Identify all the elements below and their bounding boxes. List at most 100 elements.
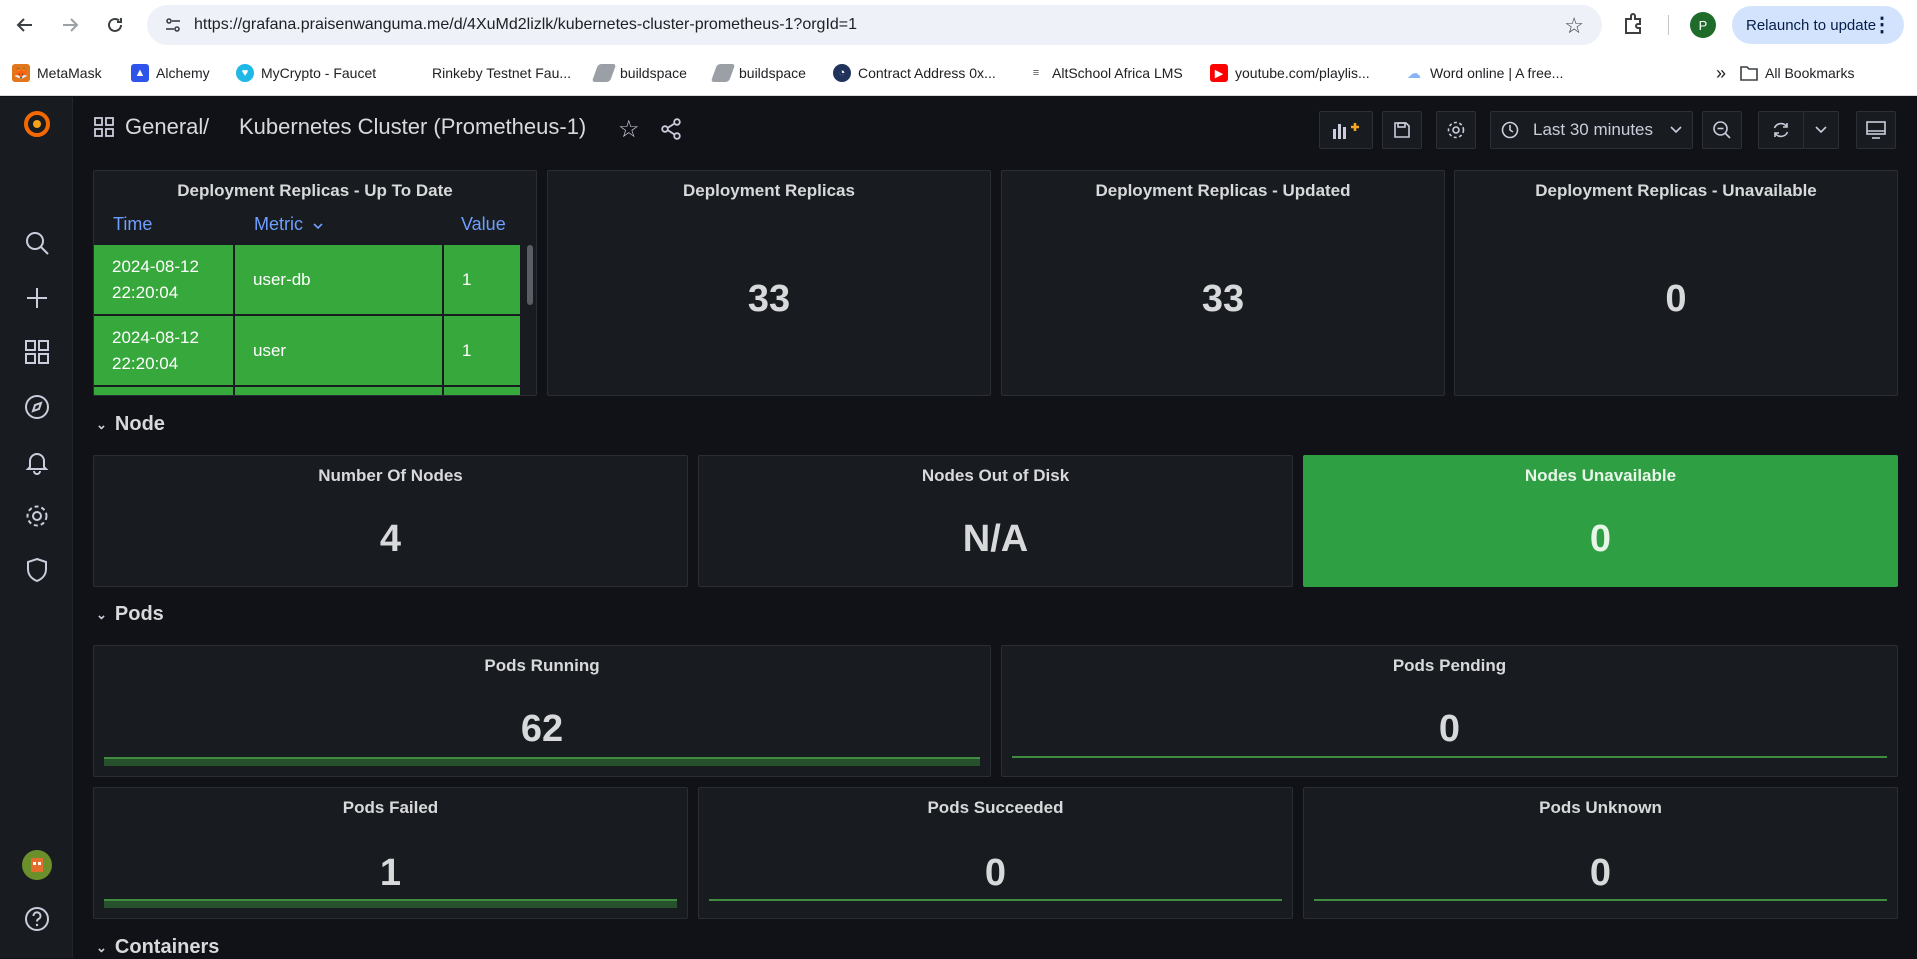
- panel-title[interactable]: Pods Running: [94, 656, 990, 676]
- alchemy-icon: ▲: [131, 64, 149, 82]
- extensions-puzzle-icon[interactable]: [1621, 11, 1649, 39]
- site-settings-icon[interactable]: [163, 15, 183, 35]
- nodes-out-of-disk-panel[interactable]: Nodes Out of Disk N/A: [698, 455, 1293, 587]
- alerting-bell-icon[interactable]: [22, 447, 52, 477]
- deployment-replicas-panel[interactable]: Deployment Replicas 33: [547, 170, 991, 396]
- bookmark-word-online[interactable]: ☁ Word online | A free...: [1405, 62, 1563, 84]
- share-icon[interactable]: [660, 118, 682, 145]
- panel-title[interactable]: Pods Succeeded: [699, 798, 1292, 818]
- user-avatar[interactable]: [22, 850, 52, 880]
- favorite-star-icon[interactable]: ☆: [618, 115, 640, 144]
- table-scrollbar[interactable]: [527, 245, 533, 305]
- bookmarks-bar: 🦊 MetaMask ▲ Alchemy ♥ MyCrypto - Faucet…: [0, 50, 1917, 96]
- number-of-nodes-panel[interactable]: Number Of Nodes 4: [93, 455, 688, 587]
- gear-icon: [1447, 121, 1465, 139]
- panel-title[interactable]: Nodes Out of Disk: [699, 466, 1292, 486]
- profile-avatar[interactable]: P: [1690, 12, 1716, 38]
- column-header-value[interactable]: Value: [461, 214, 506, 235]
- deployment-replicas-unavailable-panel[interactable]: Deployment Replicas - Unavailable 0: [1454, 170, 1898, 396]
- bookmark-contract-address[interactable]: ◔ Contract Address 0x...: [833, 62, 996, 84]
- time-range-picker[interactable]: Last 30 minutes: [1490, 111, 1693, 149]
- stat-value: 33: [747, 278, 791, 320]
- add-panel-button[interactable]: [1319, 111, 1373, 149]
- back-arrow-icon[interactable]: [10, 10, 40, 40]
- bookmark-label: youtube.com/playlis...: [1235, 65, 1370, 81]
- bookmark-buildspace[interactable]: buildspace: [591, 62, 687, 84]
- save-dashboard-button[interactable]: [1382, 111, 1422, 149]
- bookmark-youtube[interactable]: ▶ youtube.com/playlis...: [1210, 62, 1370, 84]
- reload-icon[interactable]: [100, 10, 130, 40]
- relaunch-button[interactable]: Relaunch to update ⋮: [1732, 6, 1904, 44]
- dashboard-settings-button[interactable]: [1436, 111, 1476, 149]
- bookmark-alchemy[interactable]: ▲ Alchemy: [131, 62, 210, 84]
- table-cell-value: 1: [444, 245, 522, 314]
- pods-pending-panel[interactable]: Pods Pending 0: [1001, 645, 1898, 777]
- pods-unknown-panel[interactable]: Pods Unknown 0: [1303, 787, 1898, 919]
- zoom-out-button[interactable]: [1702, 111, 1742, 149]
- stat-value: 0: [1438, 708, 1461, 750]
- refresh-interval-dropdown[interactable]: [1803, 111, 1839, 149]
- dashboard-title[interactable]: Kubernetes Cluster (Prometheus-1): [239, 114, 586, 140]
- bookmark-star-icon[interactable]: ☆: [1564, 13, 1584, 39]
- row-header-node[interactable]: ⌄ Node: [96, 413, 165, 436]
- explore-compass-icon[interactable]: [22, 392, 52, 422]
- chevron-down-icon: [1815, 126, 1827, 134]
- stat-value: N/A: [962, 518, 1029, 560]
- bookmark-rinkeby[interactable]: Rinkeby Testnet Fau...: [407, 62, 571, 84]
- server-admin-shield-icon[interactable]: [22, 555, 52, 585]
- pods-running-panel[interactable]: Pods Running 62: [93, 645, 991, 777]
- nodes-unavailable-panel[interactable]: Nodes Unavailable 0: [1303, 455, 1898, 587]
- configuration-gear-icon[interactable]: [22, 501, 52, 531]
- row-header-containers[interactable]: ⌄ Containers: [96, 936, 219, 959]
- panel-title[interactable]: Pods Pending: [1002, 656, 1897, 676]
- grafana-logo-icon[interactable]: [22, 109, 52, 139]
- stat-value: 0: [984, 852, 1007, 894]
- bookmark-label: AltSchool Africa LMS: [1052, 65, 1183, 81]
- metric-header-label: Metric: [254, 214, 303, 234]
- column-header-metric[interactable]: Metric: [254, 214, 323, 235]
- panel-title[interactable]: Number Of Nodes: [94, 466, 687, 486]
- dashboard-apps-icon[interactable]: [94, 117, 114, 142]
- row-title: Containers: [114, 936, 220, 958]
- deployment-replicas-table-panel[interactable]: Deployment Replicas - Up To Date Time Me…: [93, 170, 537, 396]
- relaunch-label: Relaunch to update: [1746, 16, 1877, 34]
- panel-title[interactable]: Nodes Unavailable: [1304, 466, 1897, 486]
- refresh-button[interactable]: [1758, 111, 1804, 149]
- more-menu-icon[interactable]: ⋮: [1872, 12, 1892, 37]
- all-bookmarks[interactable]: All Bookmarks: [1740, 62, 1854, 84]
- address-bar[interactable]: https://grafana.praisenwanguma.me/d/4XuM…: [147, 5, 1602, 45]
- view-mode-button[interactable]: [1856, 111, 1896, 149]
- panel-title[interactable]: Deployment Replicas: [548, 181, 990, 201]
- more-bookmarks-chevron-icon[interactable]: »: [1716, 62, 1726, 84]
- row-title: Pods: [114, 603, 164, 625]
- panel-title[interactable]: Deployment Replicas - Up To Date: [94, 181, 536, 201]
- add-panel-icon: [1333, 123, 1359, 139]
- panel-title[interactable]: Deployment Replicas - Unavailable: [1455, 181, 1897, 201]
- breadcrumb-folder[interactable]: General: [125, 114, 203, 140]
- column-header-time[interactable]: Time: [113, 214, 152, 235]
- bookmark-altschool[interactable]: ≡ AltSchool Africa LMS: [1027, 62, 1183, 84]
- bookmark-mycrypto[interactable]: ♥ MyCrypto - Faucet: [236, 62, 376, 84]
- panel-title[interactable]: Pods Failed: [94, 798, 687, 818]
- dashboard-navbar: General / Kubernetes Cluster (Prometheus…: [74, 97, 1917, 160]
- bookmark-label: MetaMask: [37, 65, 102, 81]
- chevron-down-icon: ⌄: [96, 416, 107, 432]
- search-icon[interactable]: [22, 228, 52, 258]
- panel-title[interactable]: Pods Unknown: [1304, 798, 1897, 818]
- pods-succeeded-panel[interactable]: Pods Succeeded 0: [698, 787, 1293, 919]
- panel-title[interactable]: Deployment Replicas - Updated: [1002, 181, 1444, 201]
- bookmark-metamask[interactable]: 🦊 MetaMask: [12, 62, 102, 84]
- dashboards-grid-icon[interactable]: [22, 337, 52, 367]
- table-cell-metric: user: [235, 316, 444, 385]
- url-text[interactable]: https://grafana.praisenwanguma.me/d/4XuM…: [194, 16, 857, 34]
- table-cell-metric: [235, 387, 444, 395]
- bookmark-buildspace-2[interactable]: buildspace: [710, 62, 806, 84]
- forward-arrow-icon[interactable]: [55, 10, 85, 40]
- create-plus-icon[interactable]: [22, 283, 52, 313]
- help-question-icon[interactable]: [22, 904, 52, 934]
- zoom-out-icon: [1713, 121, 1731, 139]
- pods-failed-panel[interactable]: Pods Failed 1: [93, 787, 688, 919]
- chevron-down-icon: [1670, 126, 1682, 134]
- deployment-replicas-updated-panel[interactable]: Deployment Replicas - Updated 33: [1001, 170, 1445, 396]
- row-header-pods[interactable]: ⌄ Pods: [96, 603, 164, 626]
